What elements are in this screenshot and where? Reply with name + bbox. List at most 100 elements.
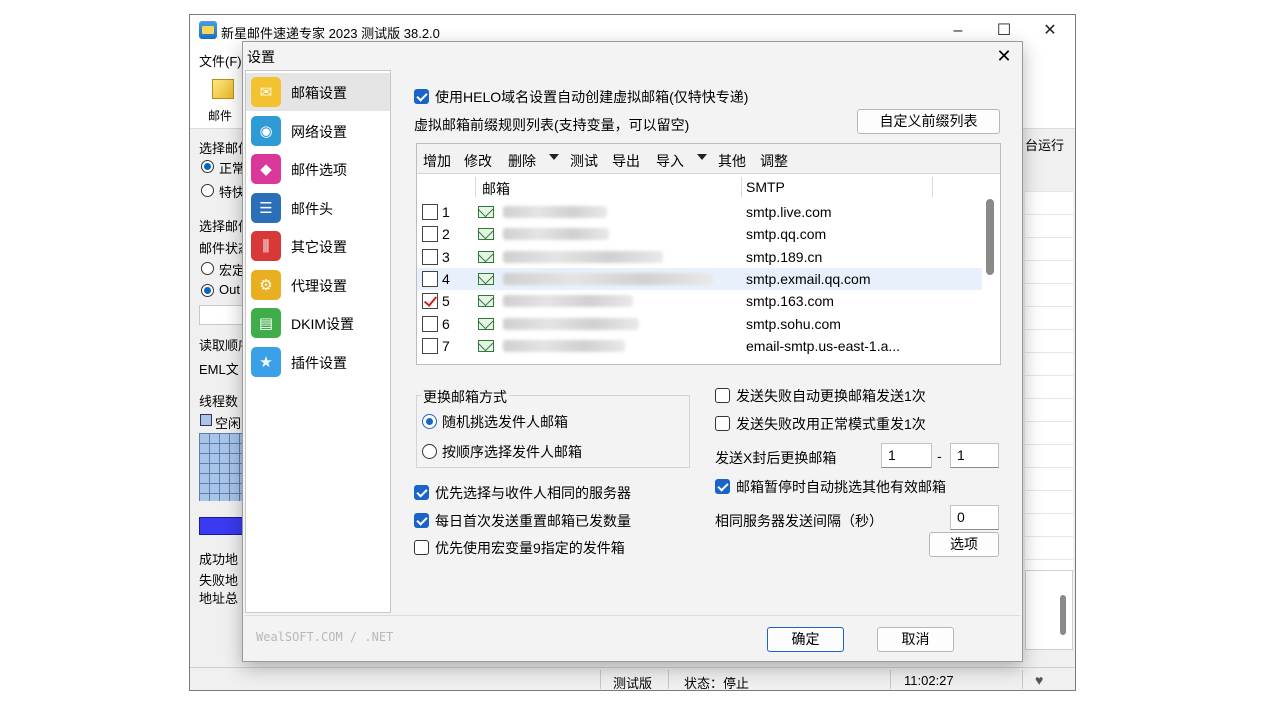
table-row[interactable]: 6 smtp.sohu.com (417, 313, 982, 335)
switch-after-x-label: 发送X封后更换邮箱 (715, 450, 837, 466)
macro9-sender-label: 优先使用宏变量9指定的发件箱 (435, 540, 625, 556)
envelope-icon (478, 339, 494, 352)
switch-after-to-input[interactable]: 1 (950, 443, 999, 468)
status-bar: 测试版 状态：停止 11:02:27 ♥ (190, 667, 1075, 691)
delete-dropdown-icon[interactable] (549, 154, 559, 160)
category-label: 邮件头 (291, 200, 333, 217)
network-settings-icon: ◉ (251, 115, 281, 146)
row-smtp: smtp.189.cn (746, 248, 823, 265)
grid-scrollbar-thumb[interactable] (986, 199, 994, 275)
table-row[interactable]: 4 smtp.exmail.qq.com (417, 267, 982, 290)
row-number: 3 (442, 248, 450, 265)
watermark-text: WealSOFT.COM / .NET (256, 630, 394, 644)
run-tab-label[interactable]: 台运行 (1025, 135, 1064, 154)
same-server-interval-input[interactable]: 0 (950, 505, 999, 530)
category-item-5[interactable]: ⫼ 其它设置 (246, 227, 390, 265)
grid-import-button[interactable]: 导入 (656, 151, 684, 171)
import-dropdown-icon[interactable] (697, 154, 707, 160)
right-scrollbar-thumb[interactable] (1060, 595, 1066, 635)
row-checkbox[interactable] (422, 204, 438, 220)
row-number: 4 (442, 270, 450, 287)
total-address-label: 地址总 (199, 591, 239, 606)
ok-button[interactable]: 确定 (767, 627, 844, 652)
category-item-1[interactable]: ✉ 邮箱设置 (246, 73, 390, 111)
category-label: 邮箱设置 (291, 85, 347, 101)
category-item-7[interactable]: ▤ DKIM设置 (246, 304, 390, 342)
grid-adjust-button[interactable]: 调整 (760, 151, 788, 171)
category-label: 代理设置 (291, 277, 347, 294)
table-row[interactable]: 3 smtp.189.cn (417, 246, 982, 268)
row-checkbox[interactable] (422, 315, 438, 332)
cancel-button[interactable]: 取消 (877, 627, 954, 652)
column-mailbox[interactable]: 邮箱 (482, 179, 510, 199)
grid-add-button[interactable]: 增加 (423, 151, 451, 171)
category-item-8[interactable]: ★ 插件设置 (246, 343, 390, 381)
row-number: 7 (442, 337, 450, 354)
dkim-settings-icon: ▤ (251, 308, 281, 338)
envelope-icon (478, 206, 494, 218)
right-list-pane[interactable] (1025, 191, 1073, 571)
row-smtp: email-smtp.us-east-1.a... (746, 337, 901, 354)
category-label: 插件设置 (291, 354, 347, 371)
row-smtp: smtp.163.com (746, 293, 834, 310)
table-row[interactable]: 5 smtp.163.com (417, 290, 982, 312)
grid-test-button[interactable]: 测试 (570, 151, 598, 171)
column-smtp[interactable]: SMTP (746, 179, 785, 195)
category-item-6[interactable]: ⚙ 代理设置 (246, 266, 390, 304)
table-row[interactable]: 1 smtp.live.com (417, 201, 982, 223)
category-item-3[interactable]: ◆ 邮件选项 (246, 150, 390, 188)
row-checkbox[interactable] (422, 293, 438, 310)
sequential-sender-label: 按顺序选择发件人邮箱 (442, 444, 582, 460)
redacted-mailbox (503, 228, 609, 241)
envelope-icon (478, 228, 494, 241)
dialog-title: 设置 (247, 49, 275, 65)
macro9-sender-checkbox[interactable] (414, 540, 429, 555)
redacted-mailbox (503, 317, 639, 330)
custom-prefix-button[interactable]: 自定义前缀列表 (857, 109, 1000, 134)
sequential-sender-radio[interactable] (422, 444, 437, 459)
left-input-box[interactable] (199, 305, 244, 325)
redacted-mailbox (503, 206, 607, 218)
row-checkbox[interactable] (422, 248, 438, 265)
options-button[interactable]: 选项 (929, 532, 999, 557)
row-number: 6 (442, 315, 450, 332)
auto-switch-on-fail-checkbox[interactable] (715, 388, 730, 403)
redacted-mailbox (503, 339, 625, 352)
radio-normal[interactable] (201, 160, 214, 173)
grid-delete-button[interactable]: 删除 (508, 151, 536, 171)
radio-outlook[interactable] (201, 284, 214, 297)
menu-file[interactable]: 文件(F) (199, 51, 242, 70)
main-window-title: 新星邮件速递专家 2023 测试版 38.2.0 (221, 26, 440, 41)
row-checkbox[interactable] (422, 337, 438, 354)
grid-header: 邮箱 SMTP (417, 175, 982, 199)
category-item-4[interactable]: ☰ 邮件头 (246, 189, 390, 227)
switch-after-from-input[interactable]: 1 (881, 443, 932, 468)
status-version: 测试版 (613, 676, 653, 691)
table-row[interactable]: 2 smtp.qq.com (417, 223, 982, 245)
category-item-2[interactable]: ◉ 网络设置 (246, 112, 390, 150)
grid-export-button[interactable]: 导出 (612, 151, 640, 171)
row-checkbox[interactable] (422, 270, 438, 287)
envelope-icon (478, 272, 494, 285)
row-checkbox[interactable] (422, 226, 438, 243)
helo-checkbox[interactable] (414, 89, 429, 104)
radio-macro[interactable] (201, 262, 214, 275)
row-number: 2 (442, 226, 450, 243)
dialog-close-icon[interactable]: ✕ (987, 42, 1021, 70)
close-icon[interactable]: ✕ (1027, 15, 1073, 47)
normal-mode-resend-checkbox[interactable] (715, 416, 730, 431)
radio-express[interactable] (201, 184, 214, 197)
prefer-same-server-checkbox[interactable] (414, 485, 429, 500)
table-row[interactable]: 7 email-smtp.us-east-1.a... (417, 335, 982, 357)
envelope-icon (478, 295, 494, 308)
status-state: 状态：停止 (684, 676, 750, 691)
grid-edit-button[interactable]: 修改 (464, 151, 492, 171)
mail-toolbar-label[interactable]: 邮件 (208, 107, 232, 124)
auto-pick-on-pause-checkbox[interactable] (715, 479, 730, 494)
plugin-settings-icon: ★ (251, 346, 281, 377)
random-sender-radio[interactable] (422, 414, 437, 429)
mail-toolbar-icon[interactable] (212, 79, 234, 99)
daily-reset-checkbox[interactable] (414, 513, 429, 528)
row-smtp: smtp.qq.com (746, 226, 827, 243)
grid-other-button[interactable]: 其他 (718, 151, 746, 171)
